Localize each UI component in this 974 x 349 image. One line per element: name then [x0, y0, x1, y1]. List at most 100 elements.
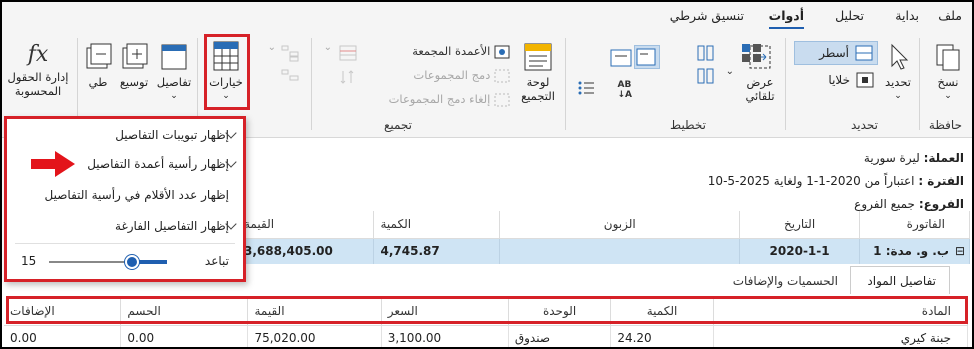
cell-invoice: ب. و. مدة: 1 ⊟	[859, 238, 970, 264]
table-disabled-icon[interactable]	[338, 44, 358, 62]
select-label: تحديد	[885, 75, 911, 89]
menu-bar: ملف بداية تحليل أدوات تنسيق شرطي	[2, 2, 972, 30]
spacing-slider-thumb[interactable]	[124, 255, 139, 269]
grouped-columns-icon	[494, 45, 510, 58]
distribute-icon[interactable]	[695, 66, 717, 86]
unmerge-groups-label: إلغاء دمج المجموعات	[388, 92, 491, 106]
separator	[919, 38, 920, 130]
rows-icon	[855, 45, 873, 61]
list-icon[interactable]	[576, 78, 596, 98]
fx-icon: fx	[27, 42, 49, 67]
expand-row-icon[interactable]: ⊟	[955, 244, 965, 258]
merge-groups-item[interactable]: دمج المجموعات	[413, 68, 510, 83]
rows-button[interactable]: أسطر	[794, 41, 878, 65]
copy-button[interactable]: نسخ ⌄	[930, 42, 966, 103]
master-row[interactable]: ب. و. مدة: 1 ⊟ 2020-1-1 4,745.87 3,688,4…	[238, 238, 970, 264]
show-detail-headers-item[interactable]: إظهار رأسية أعمدة التفاصيل	[87, 157, 229, 171]
cell-customer	[499, 238, 741, 264]
tab-discounts[interactable]: الحسميات والإضافات	[733, 274, 838, 288]
dropdown-disabled-icon[interactable]: ⌄	[324, 42, 332, 53]
app-window: ملف بداية تحليل أدوات تنسيق شرطي نسخ ⌄ ح…	[0, 0, 974, 349]
auto-width-label: عرض تلقائي	[745, 75, 775, 103]
sort-disabled-icon[interactable]	[338, 68, 358, 86]
col-invoice[interactable]: الفاتورة	[859, 211, 970, 239]
unmerge-groups-icon	[494, 93, 510, 106]
cell-item: جبنة كيري	[713, 325, 969, 347]
layout-right-icon	[636, 48, 656, 66]
cell-price: 3,100.00	[381, 325, 509, 347]
expand-label: توسيع	[119, 75, 149, 89]
collapse-icon	[86, 43, 112, 69]
red-arrow-icon	[31, 151, 75, 177]
detail-row[interactable]: جبنة كيري 24.20 صندوق 3,100.00 75,020.00…	[4, 325, 969, 347]
copy-icon	[936, 44, 960, 71]
rows-label: أسطر	[819, 46, 849, 60]
tree-disabled-icon[interactable]	[280, 44, 300, 62]
period-line: الفترة : اعتباراً من 2020-1-1 ولغاية 202…	[708, 174, 964, 188]
expand-button[interactable]: توسيع	[118, 42, 150, 89]
col-customer[interactable]: الزبون	[499, 211, 741, 239]
cells-button[interactable]: خلايا	[798, 70, 874, 92]
cell-quantity: 4,745.87	[373, 238, 501, 264]
calculated-fields-label: إدارة الحقول المحسوبة	[7, 70, 69, 98]
group-panel-icon	[524, 43, 552, 71]
group-grouping: تجميع	[383, 118, 412, 132]
separator	[785, 38, 786, 130]
show-empty-details-item[interactable]: إظهار التفاصيل الفارغة	[115, 219, 229, 233]
columns-grid-icon[interactable]	[740, 42, 764, 64]
highlight-detail-headers	[6, 296, 968, 324]
cells-icon	[856, 72, 874, 88]
period-value: اعتباراً من 2020-1-1 ولغاية 2025-5-10	[707, 174, 915, 188]
col-date[interactable]: التاريخ	[739, 211, 861, 239]
select-button[interactable]: تحديد ⌄	[882, 42, 914, 103]
show-detail-tabs-item[interactable]: إظهار تبويبات التفاصيل	[115, 128, 229, 142]
branches-value: جميع الفروع	[854, 197, 915, 211]
unmerge-groups-item[interactable]: إلغاء دمج المجموعات	[389, 92, 510, 107]
cell-unit: صندوق	[508, 325, 612, 347]
grouped-columns-item[interactable]: الأعمدة المجمعة	[412, 44, 510, 59]
tab-items-label: تفاصيل المواد	[867, 274, 936, 288]
details-label: تفاصيل	[156, 75, 192, 89]
collapse-button[interactable]: طي	[84, 42, 112, 89]
group-select: تحديد	[850, 118, 878, 132]
separator	[565, 38, 566, 130]
calculated-fields-button[interactable]: fx إدارة الحقول المحسوبة	[4, 40, 72, 98]
layout-dropdown-icon[interactable]: ⌄	[726, 66, 734, 77]
currency-value: ليرة سورية	[863, 151, 920, 165]
merge-groups-label: دمج المجموعات	[413, 68, 491, 82]
spacing-slider[interactable]	[49, 255, 167, 269]
col-quantity[interactable]: الكمية	[373, 211, 501, 239]
cell-discount: 0.00	[120, 325, 249, 347]
cell-amount: 75,020.00	[247, 325, 382, 347]
details-icon	[161, 44, 187, 70]
menu-conditional-format[interactable]: تنسيق شرطي	[670, 8, 744, 23]
cell-additions: 0.00	[4, 325, 122, 347]
group-panel-button[interactable]: لوحة التجميع	[516, 42, 560, 103]
currency-line: العملة: ليرة سورية	[864, 151, 964, 165]
group-clipboard: حافظة	[928, 118, 962, 132]
expand-icon	[122, 43, 148, 69]
col-value[interactable]: القيمة	[238, 211, 375, 239]
details-button[interactable]: تفاصيل ⌄	[156, 42, 192, 103]
period-label: الفترة :	[918, 174, 964, 188]
cell-invoice-text: ب. و. مدة: 1	[873, 244, 949, 259]
collapse-label: طي	[88, 75, 108, 89]
align-columns-icon[interactable]	[695, 42, 717, 62]
merge-groups-icon	[494, 69, 510, 82]
menu-home[interactable]: بداية	[895, 8, 919, 23]
options-dropdown: إظهار تبويبات التفاصيل إظهار رأسية أعمدة…	[4, 116, 246, 282]
divider	[15, 243, 235, 244]
cell-qty: 24.20	[610, 325, 714, 347]
cursor-icon	[891, 43, 909, 70]
show-count-in-header-item[interactable]: إظهار عدد الأقلام في رأسية التفاصيل	[45, 188, 229, 202]
menu-tools[interactable]: أدوات	[768, 8, 805, 29]
cell-date: 2020-1-1	[739, 238, 861, 264]
menu-file[interactable]: ملف	[938, 8, 962, 23]
tree-disabled-icon-2[interactable]	[280, 68, 300, 86]
dropdown-disabled-icon-2[interactable]: ⌄	[268, 42, 276, 53]
grouped-columns-label: الأعمدة المجمعة	[412, 44, 491, 58]
sort-ab-icon[interactable]: AB ↓A	[617, 80, 632, 100]
menu-analysis[interactable]: تحليل	[835, 8, 864, 23]
spacing-label: تباعد	[204, 254, 229, 268]
layout-center-icon[interactable]	[610, 48, 632, 68]
